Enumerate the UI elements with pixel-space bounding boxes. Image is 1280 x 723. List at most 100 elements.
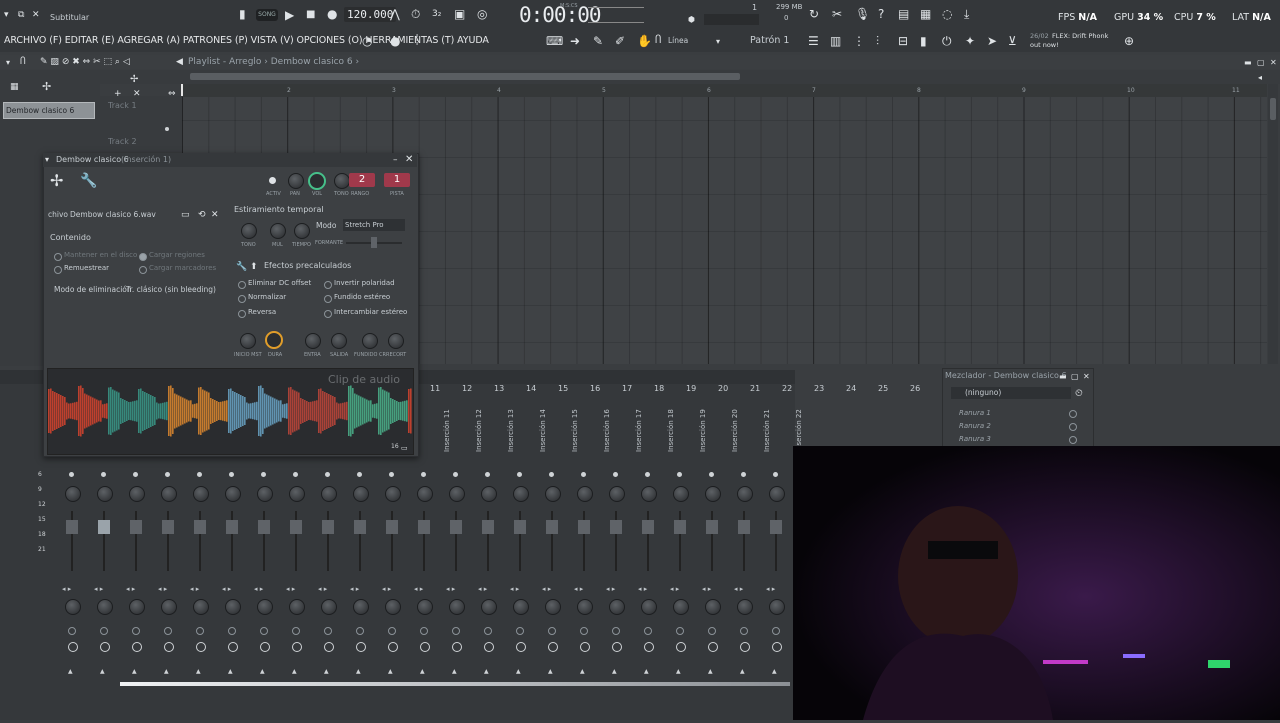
route-arrow-icon[interactable]: ▲ <box>580 668 585 675</box>
send-knob[interactable] <box>676 642 686 652</box>
mixer-strip[interactable]: Inserción 21 ◂ ▸ ▲ <box>760 396 792 676</box>
send-knob[interactable] <box>260 642 270 652</box>
stereo-separation-knob[interactable] <box>449 599 465 615</box>
track-2-label[interactable]: Track 2 <box>108 137 137 146</box>
magnet-small-icon[interactable]: Ⴖ <box>20 55 26 69</box>
record-icon[interactable]: ● <box>327 7 337 21</box>
pan-knob[interactable] <box>65 486 81 502</box>
move-channel-icon[interactable]: ✢ <box>50 173 63 189</box>
resize-icon[interactable]: ⇔ <box>168 87 176 101</box>
stretch-mul-knob[interactable] <box>270 223 286 239</box>
pan-knob[interactable] <box>641 486 657 502</box>
pan-knob[interactable] <box>577 486 593 502</box>
stereo-separation-knob[interactable] <box>577 599 593 615</box>
route-arrow-icon[interactable]: ▲ <box>132 668 137 675</box>
insert-led[interactable] <box>485 472 490 477</box>
volume-fader[interactable] <box>642 520 654 534</box>
insert-led[interactable] <box>101 472 106 477</box>
stereo-separation-knob[interactable] <box>417 599 433 615</box>
send-knob[interactable] <box>100 642 110 652</box>
route-toggle[interactable] <box>388 627 396 635</box>
volume-fader[interactable] <box>66 520 78 534</box>
mixer-strip[interactable]: Inserción 16 ◂ ▸ ▲ <box>600 396 632 676</box>
stereo-separation-knob[interactable] <box>641 599 657 615</box>
pitch-slider-icon[interactable]: ┆ <box>414 34 420 48</box>
mixer-route-bar[interactable] <box>120 682 790 686</box>
stereo-separation-knob[interactable] <box>97 599 113 615</box>
volume-fader[interactable] <box>98 520 110 534</box>
route-arrow-icon[interactable]: ▲ <box>452 668 457 675</box>
stereo-separation-knob[interactable] <box>193 599 209 615</box>
stereo-separation-knob[interactable] <box>513 599 529 615</box>
brush-icon[interactable]: ✐ <box>615 34 625 48</box>
typing-keyboard-icon[interactable]: ⌨ <box>546 34 563 48</box>
waveform-expand-icon[interactable]: ▭ <box>401 441 408 455</box>
stereo-separation-knob[interactable] <box>225 599 241 615</box>
browser-icon[interactable]: ▮ <box>920 34 927 48</box>
phase-swap-icon[interactable]: ◂ ▸ <box>574 585 583 593</box>
send-knob[interactable] <box>388 642 398 652</box>
metronome-icon[interactable]: ⋀ <box>390 7 400 21</box>
resample-radio[interactable] <box>54 266 62 274</box>
fx-length-knob[interactable] <box>265 331 283 349</box>
route-arrow-icon[interactable]: ▲ <box>388 668 393 675</box>
volume-fader[interactable] <box>386 520 398 534</box>
insert-led[interactable] <box>165 472 170 477</box>
route-toggle[interactable] <box>228 627 236 635</box>
insert-led[interactable] <box>773 472 778 477</box>
mixer-link-icon[interactable]: ✂ <box>832 7 842 21</box>
route-toggle[interactable] <box>260 627 268 635</box>
phase-swap-icon[interactable]: ◂ ▸ <box>734 585 743 593</box>
phase-swap-icon[interactable]: ◂ ▸ <box>510 585 519 593</box>
route-toggle[interactable] <box>708 627 716 635</box>
insert-led[interactable] <box>741 472 746 477</box>
wait-input-icon[interactable]: ⏱ <box>411 7 420 21</box>
stereo-separation-knob[interactable] <box>609 599 625 615</box>
close-icon[interactable]: ✕ <box>32 8 40 22</box>
volume-fader[interactable] <box>258 520 270 534</box>
route-toggle[interactable] <box>516 627 524 635</box>
volume-fader[interactable] <box>674 520 686 534</box>
countdown-icon[interactable]: 3₂ <box>432 7 441 21</box>
send-knob[interactable] <box>612 642 622 652</box>
track-1-label[interactable]: Track 1 <box>108 101 137 110</box>
phase-swap-icon[interactable]: ◂ ▸ <box>62 585 71 593</box>
pan-knob[interactable] <box>737 486 753 502</box>
insert-led[interactable] <box>581 472 586 477</box>
mixer-strip[interactable]: Inserción 13 ◂ ▸ ▲ <box>504 396 536 676</box>
insert-led[interactable] <box>229 472 234 477</box>
volume-fader[interactable] <box>706 520 718 534</box>
pan-knob[interactable] <box>288 173 304 189</box>
stretch-pitch-knob[interactable] <box>241 223 257 239</box>
mixer-strip[interactable]: Inserción 15 ◂ ▸ ▲ <box>568 396 600 676</box>
channel-rack-icon[interactable]: ▥ <box>830 34 841 48</box>
route-arrow-icon[interactable]: ▲ <box>196 668 201 675</box>
vertical-scrollbar[interactable] <box>1268 84 1278 364</box>
insert-led[interactable] <box>325 472 330 477</box>
loop-record-icon[interactable]: ◎ <box>477 7 487 21</box>
mixer-icon[interactable]: ⫶ <box>876 34 879 48</box>
route-arrow-icon[interactable]: ▲ <box>548 668 553 675</box>
insert-led[interactable] <box>645 472 650 477</box>
master-volume-knob-icon[interactable]: ● <box>390 34 400 48</box>
stereo-separation-knob[interactable] <box>65 599 81 615</box>
download-icon[interactable]: ⤓ <box>964 7 969 21</box>
pan-knob[interactable] <box>193 486 209 502</box>
arrow-up-icon[interactable]: ⬆ <box>250 260 258 274</box>
route-arrow-icon[interactable]: ▲ <box>420 668 425 675</box>
phase-swap-icon[interactable]: ◂ ▸ <box>606 585 615 593</box>
horizontal-scrollbar[interactable] <box>190 73 740 80</box>
mixer-minimize-icon[interactable]: ▬ <box>1059 370 1067 384</box>
insert-led[interactable] <box>549 472 554 477</box>
mute-tool-icon[interactable]: ✖ <box>72 55 80 69</box>
insert-led[interactable] <box>69 472 74 477</box>
phase-swap-icon[interactable]: ◂ ▸ <box>382 585 391 593</box>
play-icon[interactable]: ▶ <box>285 8 294 22</box>
volume-fader[interactable] <box>770 520 782 534</box>
insert-led[interactable] <box>389 472 394 477</box>
route-toggle[interactable] <box>452 627 460 635</box>
stereo-separation-knob[interactable] <box>353 599 369 615</box>
phase-swap-icon[interactable]: ◂ ▸ <box>638 585 647 593</box>
insert-led[interactable] <box>293 472 298 477</box>
arrow-left-icon[interactable]: ◀ <box>176 55 183 69</box>
